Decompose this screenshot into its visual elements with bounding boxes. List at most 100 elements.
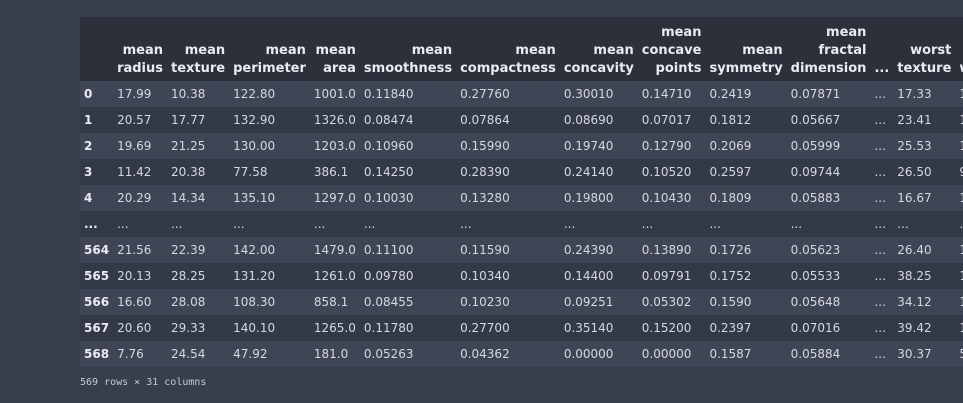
table-cell: 20.13 — [113, 263, 167, 289]
table-cell: 24.54 — [167, 341, 230, 367]
column-header: mean compactness — [456, 17, 560, 81]
table-cell: 0.05263 — [359, 341, 457, 367]
table-cell: 30.37 — [893, 341, 956, 367]
table-row: 567 20.60 29.33 140.10 1265.0 0.11780 0.27700 0… — [80, 315, 963, 341]
table-cell: 0.10230 — [456, 289, 560, 315]
row-index: 564 — [80, 237, 114, 263]
table-cell: 108.30 — [229, 289, 310, 315]
row-index: 565 — [80, 263, 114, 289]
table-header: mean radius mean texture mean perimeter mea… — [80, 17, 963, 81]
table-cell: ... — [786, 211, 871, 237]
table-cell: 1326.0 — [309, 107, 360, 133]
table-cell: 16.60 — [113, 289, 167, 315]
table-cell: 0.14400 — [559, 263, 638, 289]
table-cell: 1203.0 — [309, 133, 360, 159]
table-cell: 47.92 — [229, 341, 310, 367]
table-cell: 22.39 — [167, 237, 230, 263]
table-cell: 59.16 — [955, 341, 963, 367]
table-row: 0 17.99 10.38 122.80 1001.0 0.11840 0.27760 0.3… — [80, 81, 963, 107]
table-cell: 28.25 — [167, 263, 230, 289]
table-cell: 26.40 — [893, 237, 956, 263]
table-cell: 0.09251 — [559, 289, 638, 315]
table-row: 564 21.56 22.39 142.00 1479.0 0.11100 0.11590 0… — [80, 237, 963, 263]
table-cell: ... — [870, 185, 894, 211]
table-cell: 0.11780 — [359, 315, 457, 341]
table-cell: 0.2597 — [705, 159, 787, 185]
table-cell: 20.57 — [113, 107, 167, 133]
table-cell: 0.35140 — [559, 315, 638, 341]
table-cell: 184.60 — [955, 315, 963, 341]
table-cell: ... — [870, 81, 894, 107]
table-cell: 17.33 — [893, 81, 956, 107]
table-cell: 858.1 — [309, 289, 360, 315]
row-index: 568 — [80, 341, 114, 367]
table-cell: ... — [870, 315, 894, 341]
table-cell: 0.2069 — [705, 133, 787, 159]
table-cell: 17.77 — [167, 107, 230, 133]
column-header: mean texture — [167, 17, 230, 81]
table-cell: 10.38 — [167, 81, 230, 107]
table-cell: 20.38 — [167, 159, 230, 185]
table-cell: 135.10 — [229, 185, 310, 211]
table-cell: 0.10430 — [637, 185, 706, 211]
table-row: 4 20.29 14.34 135.10 1297.0 0.10030 0.13280 0.1… — [80, 185, 963, 211]
table-cell: ... — [113, 211, 167, 237]
table-cell: 122.80 — [229, 81, 310, 107]
table-cell: 0.1809 — [705, 185, 787, 211]
table-cell: 0.09791 — [637, 263, 706, 289]
table-cell: 0.27700 — [456, 315, 560, 341]
notebook-output: mean radius mean texture mean perimeter mea… — [0, 0, 963, 403]
table-cell: 0.08455 — [359, 289, 457, 315]
table-row: 2 19.69 21.25 130.00 1203.0 0.10960 0.15990 0.1… — [80, 133, 963, 159]
row-index: 3 — [80, 159, 114, 185]
column-header: mean concavity — [559, 17, 638, 81]
row-index: 566 — [80, 289, 114, 315]
table-cell: 0.15990 — [456, 133, 560, 159]
table-cell: ... — [870, 341, 894, 367]
table-cell: 16.67 — [893, 185, 956, 211]
table-body: 0 17.99 10.38 122.80 1001.0 0.11840 0.27760 0.3… — [80, 81, 963, 367]
table-cell: 0.12790 — [637, 133, 706, 159]
table-cell: 0.05667 — [786, 107, 871, 133]
table-cell: 0.27760 — [456, 81, 560, 107]
table-row: 565 20.13 28.25 131.20 1261.0 0.09780 0.10340 0… — [80, 263, 963, 289]
dataframe-scroll-area[interactable]: mean radius mean texture mean perimeter mea… — [80, 17, 963, 369]
table-cell: 34.12 — [893, 289, 956, 315]
table-cell: 0.2419 — [705, 81, 787, 107]
table-cell: 130.00 — [229, 133, 310, 159]
column-header: mean fractal dimension — [786, 17, 871, 81]
table-cell: 0.30010 — [559, 81, 638, 107]
table-cell: ... — [705, 211, 787, 237]
table-cell: 0.11590 — [456, 237, 560, 263]
table-cell: 0.04362 — [456, 341, 560, 367]
table-cell: 0.10960 — [359, 133, 457, 159]
table-cell: 0.07871 — [786, 81, 871, 107]
table-cell: 77.58 — [229, 159, 310, 185]
table-cell: 0.1752 — [705, 263, 787, 289]
table-cell: ... — [870, 237, 894, 263]
table-cell: 14.34 — [167, 185, 230, 211]
table-cell: 0.13280 — [456, 185, 560, 211]
table-cell: ... — [456, 211, 560, 237]
table-cell: 0.09744 — [786, 159, 871, 185]
table-cell: 0.15200 — [637, 315, 706, 341]
row-index: 0 — [80, 81, 114, 107]
row-index: 1 — [80, 107, 114, 133]
column-header: mean symmetry — [705, 17, 787, 81]
table-cell: 0.10030 — [359, 185, 457, 211]
row-index: 4 — [80, 185, 114, 211]
table-cell: 158.80 — [955, 107, 963, 133]
table-row: 3 11.42 20.38 77.58 386.1 0.14250 0.28390 0.241… — [80, 159, 963, 185]
table-cell: 29.33 — [167, 315, 230, 341]
column-header: mean area — [309, 17, 360, 81]
table-cell: ... — [870, 289, 894, 315]
table-cell: 0.00000 — [559, 341, 638, 367]
table-cell: 0.24390 — [559, 237, 638, 263]
index-header — [80, 17, 114, 81]
table-cell: 142.00 — [229, 237, 310, 263]
table-cell: 166.10 — [955, 237, 963, 263]
column-header: worst texture — [893, 17, 956, 81]
dataframe-table: mean radius mean texture mean perimeter mea… — [80, 17, 963, 367]
table-cell: 17.99 — [113, 81, 167, 107]
table-cell: ... — [870, 159, 894, 185]
